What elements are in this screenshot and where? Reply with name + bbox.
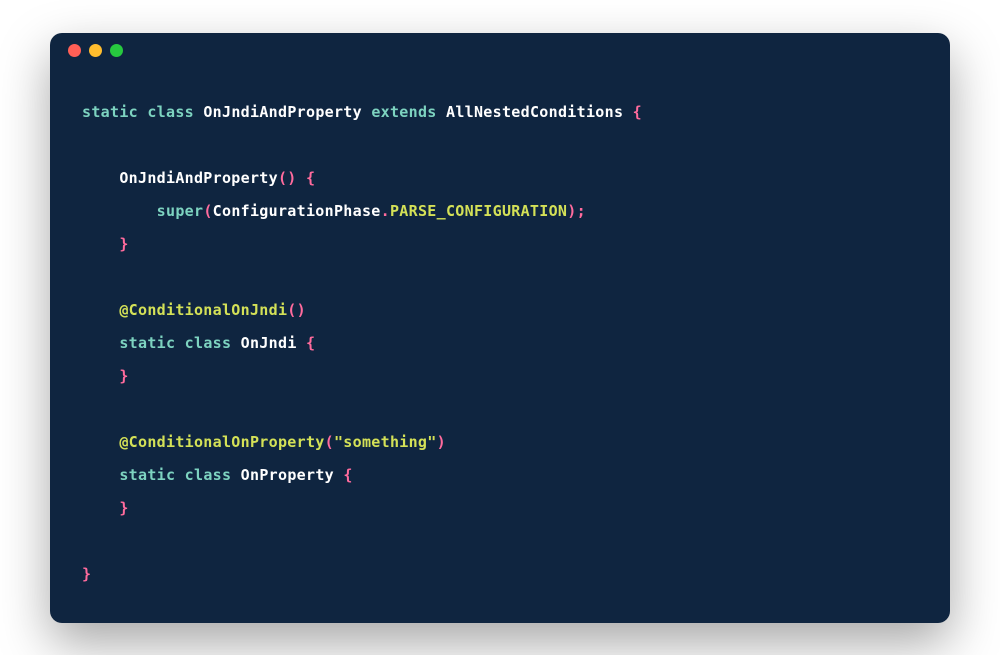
code-content: static class OnJndiAndProperty extends A… xyxy=(50,68,950,623)
code-line: @ConditionalOnProperty("something") xyxy=(82,426,918,459)
code-window: static class OnJndiAndProperty extends A… xyxy=(50,33,950,623)
titlebar xyxy=(50,33,950,68)
maximize-icon[interactable] xyxy=(110,44,123,57)
code-line xyxy=(82,525,918,558)
code-line xyxy=(82,261,918,294)
code-line: } xyxy=(82,492,918,525)
code-line: } xyxy=(82,228,918,261)
code-line: static class OnJndi { xyxy=(82,327,918,360)
code-line xyxy=(82,129,918,162)
code-line: @ConditionalOnJndi() xyxy=(82,294,918,327)
minimize-icon[interactable] xyxy=(89,44,102,57)
code-line: OnJndiAndProperty() { xyxy=(82,162,918,195)
code-line: static class OnProperty { xyxy=(82,459,918,492)
code-line: } xyxy=(82,360,918,393)
code-line: static class OnJndiAndProperty extends A… xyxy=(82,96,918,129)
code-line xyxy=(82,393,918,426)
code-line: } xyxy=(82,558,918,591)
close-icon[interactable] xyxy=(68,44,81,57)
code-line: super(ConfigurationPhase.PARSE_CONFIGURA… xyxy=(82,195,918,228)
